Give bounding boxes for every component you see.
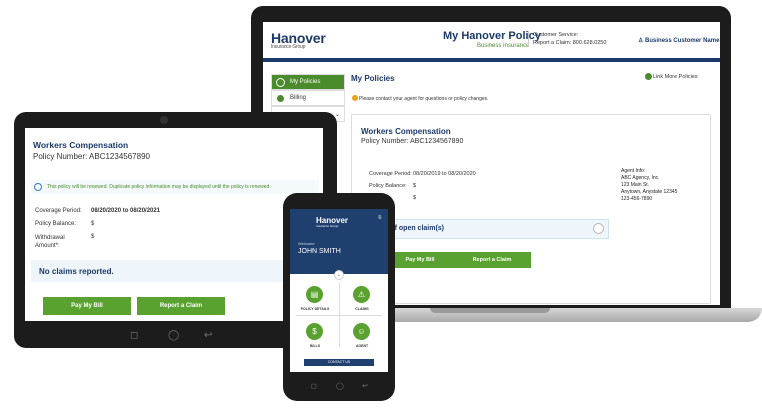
report-claim-button[interactable]: Report a Claim <box>453 252 531 268</box>
menu-icon[interactable]: ≡ <box>378 215 382 221</box>
withdrawal-value: $ <box>91 234 95 240</box>
phone-number[interactable]: 800.628.0250 <box>573 40 607 46</box>
hanover-logo[interactable]: Hanover Insurance Group <box>271 30 326 50</box>
policy-icon[interactable]: ▤ <box>306 286 323 303</box>
no-claims-text: No claims reported. <box>39 267 114 276</box>
agent-notice: Please contact your agent for questions … <box>359 96 489 102</box>
user-name: JOHN SMITH <box>298 248 341 255</box>
recent-apps-icon[interactable]: ◻ <box>130 330 138 341</box>
tile-policy-details[interactable]: POLICY DETAILS <box>292 307 338 311</box>
link-icon <box>645 73 652 80</box>
page-title: My Hanover Policy <box>443 30 541 42</box>
report-claim-button[interactable]: Report a Claim <box>137 297 225 315</box>
row3-value: $ <box>413 195 417 201</box>
hanover-logo: Hanover Insurance Group <box>316 216 349 228</box>
tile-bills[interactable]: BILLS <box>292 344 338 348</box>
user-menu[interactable]: ♙ Business Customer Name <box>638 37 719 44</box>
agent-icon[interactable]: ☺ <box>353 323 370 340</box>
expand-icon[interactable] <box>593 223 604 234</box>
policy-icon <box>276 78 285 87</box>
warning-icon[interactable]: ⚠ <box>353 286 370 303</box>
balance-label: Policy Balance: <box>35 221 77 227</box>
policy-number: Policy Number: ABC1234567890 <box>33 152 150 161</box>
recent-apps-icon[interactable]: ◻ <box>311 382 317 390</box>
bill-icon[interactable]: $ <box>306 323 323 340</box>
sidebar-item-my-policies[interactable]: My Policies <box>271 74 345 90</box>
phone-screen: Hanover Insurance Group ≡ Welcome JOHN SM… <box>290 209 388 372</box>
coverage-label: Coverage Period: <box>35 208 82 214</box>
coverage-value: 08/20/2020 to 08/20/2021 <box>91 208 161 214</box>
page-subtitle: Business Insurance <box>477 43 530 49</box>
back-icon[interactable]: ↩ <box>362 382 368 390</box>
chevron-down-icon[interactable]: ⌄ <box>334 270 344 280</box>
sidebar-item-billing[interactable]: Billing <box>271 90 345 106</box>
camera-icon <box>160 116 168 124</box>
laptop-notch <box>430 308 550 313</box>
policy-number: Policy Number: ABC1234567890 <box>361 138 464 145</box>
renewal-notice: This policy will be renewed. Duplicate p… <box>31 180 319 194</box>
tablet-screen: Workers Compensation Policy Number: ABC1… <box>25 128 323 321</box>
coverage-label: Coverage Period: <box>369 171 412 177</box>
balance-value: $ <box>91 221 95 227</box>
policy-title: Workers Compensation <box>361 127 451 136</box>
info-icon <box>352 95 358 101</box>
withdrawal-label: Withdrawal Amount*: <box>35 235 65 249</box>
balance-label: Policy Balance: <box>369 183 407 189</box>
balance-value: $ <box>413 183 417 189</box>
home-icon[interactable]: ◯ <box>168 330 179 341</box>
billing-icon <box>276 94 285 103</box>
section-title: My Policies <box>351 74 395 83</box>
contact-us-button[interactable]: CONTACT US <box>304 359 374 366</box>
info-icon <box>34 183 42 191</box>
welcome-text: Welcome <box>298 241 315 246</box>
tile-claims[interactable]: CLAIMS <box>339 307 385 311</box>
grid-divider <box>296 315 382 316</box>
agent-info: Agent Info: ABC Agency, Inc. 123 Main St. A… <box>621 168 678 202</box>
chevron-down-icon: ⌄ <box>334 111 340 118</box>
customer-service-info: Customer Service: Report a Claim: 800.62… <box>528 31 606 47</box>
link-more-policies[interactable]: Link More Policies <box>653 74 698 80</box>
back-icon[interactable]: ↩ <box>204 330 212 341</box>
tile-agent[interactable]: AGENT <box>339 344 385 348</box>
coverage-value: 08/20/2019 to 08/20/2020 <box>413 171 476 177</box>
pay-bill-button[interactable]: Pay My Bill <box>43 297 131 315</box>
home-icon[interactable]: ◯ <box>336 382 344 390</box>
policy-title: Workers Compensation <box>33 140 129 150</box>
